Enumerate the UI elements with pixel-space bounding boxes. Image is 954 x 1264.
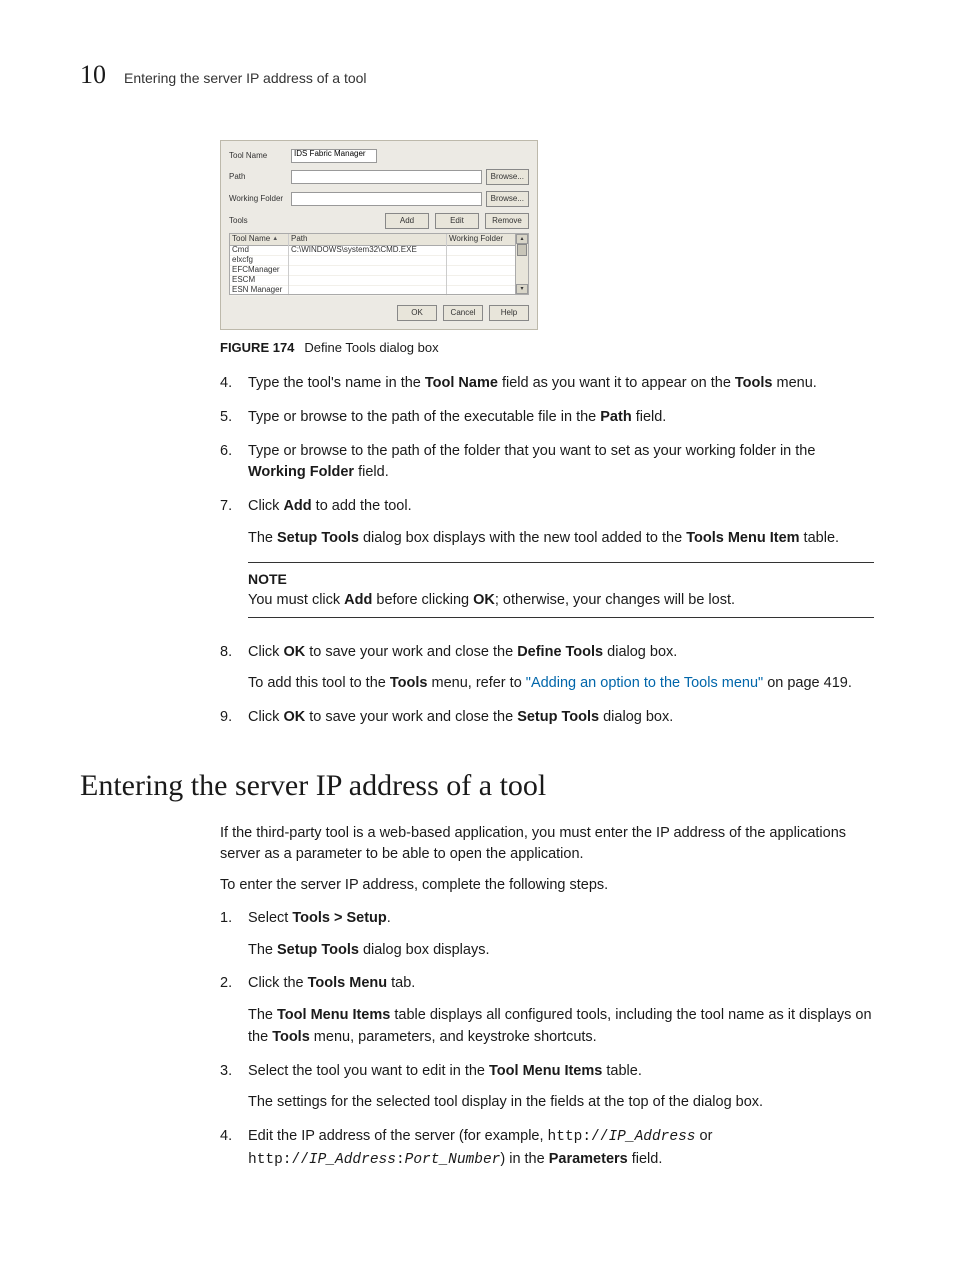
step-number: 2. <box>220 973 248 1048</box>
cross-reference-link[interactable]: "Adding an option to the Tools menu" <box>526 675 763 691</box>
section-heading: Entering the server IP address of a tool <box>80 769 874 803</box>
step-number: 8. <box>220 642 248 696</box>
tool-name-label: Tool Name <box>229 152 287 161</box>
help-button[interactable]: Help <box>489 305 529 321</box>
step-body: Select Tools > Setup. The Setup Tools di… <box>248 908 874 962</box>
note-heading: NOTE <box>248 569 874 590</box>
section-lead: To enter the server IP address, complete… <box>220 875 874 896</box>
running-header: 10 Entering the server IP address of a t… <box>80 60 874 90</box>
step-number: 7. <box>220 496 248 630</box>
note-box: NOTE You must click Add before clicking … <box>248 562 874 618</box>
scrollbar[interactable]: ▴ ▾ <box>515 234 528 294</box>
table-row[interactable] <box>289 286 446 296</box>
browse-path-button[interactable]: Browse... <box>486 169 529 185</box>
section-intro: If the third-party tool is a web-based a… <box>220 823 874 865</box>
define-tools-dialog: Tool Name IDS Fabric Manager Path Browse… <box>220 140 538 330</box>
step-body: Click OK to save your work and close the… <box>248 707 874 729</box>
step-number: 9. <box>220 707 248 729</box>
step-number: 5. <box>220 407 248 429</box>
remove-button[interactable]: Remove <box>485 213 529 229</box>
table-row[interactable] <box>289 266 446 276</box>
col-header-tool-name[interactable]: Tool Name▲ <box>230 234 288 246</box>
path-label: Path <box>229 173 287 182</box>
tools-table: Tool Name▲ Cmd elxcfg EFCManager ESCM ES… <box>229 233 529 295</box>
scroll-thumb[interactable] <box>517 244 527 256</box>
col-header-path[interactable]: Path <box>289 234 446 246</box>
tool-name-input[interactable]: IDS Fabric Manager <box>291 149 377 163</box>
chapter-number: 10 <box>80 60 106 90</box>
step-body: Type or browse to the path of the folder… <box>248 441 874 485</box>
col-header-working-folder[interactable]: Working Folder <box>447 234 515 246</box>
sort-asc-icon: ▲ <box>272 236 278 243</box>
step-number: 4. <box>220 1126 248 1172</box>
step-body: Select the tool you want to edit in the … <box>248 1061 874 1115</box>
cancel-button[interactable]: Cancel <box>443 305 483 321</box>
step-body: Edit the IP address of the server (for e… <box>248 1126 874 1172</box>
edit-button[interactable]: Edit <box>435 213 479 229</box>
table-row[interactable]: elxcfg <box>230 256 288 266</box>
figure-number: FIGURE 174 <box>220 340 294 355</box>
table-row[interactable]: EFCManager <box>230 266 288 276</box>
step-body: Click the Tools Menu tab. The Tool Menu … <box>248 973 874 1048</box>
working-folder-label: Working Folder <box>229 195 287 204</box>
scroll-down-icon[interactable]: ▾ <box>516 284 528 294</box>
step-number: 1. <box>220 908 248 962</box>
step-body: Type the tool's name in the Tool Name fi… <box>248 373 874 395</box>
step-number: 4. <box>220 373 248 395</box>
table-row[interactable]: Cmd <box>230 246 288 256</box>
tools-section-label: Tools <box>229 217 287 226</box>
step-body: Click Add to add the tool. The Setup Too… <box>248 496 874 630</box>
table-row[interactable]: ESCM <box>230 276 288 286</box>
running-head-title: Entering the server IP address of a tool <box>124 70 367 86</box>
figure-caption: FIGURE 174 Define Tools dialog box <box>220 340 874 355</box>
add-button[interactable]: Add <box>385 213 429 229</box>
table-row[interactable] <box>289 276 446 286</box>
step-body: Type or browse to the path of the execut… <box>248 407 874 429</box>
ok-button[interactable]: OK <box>397 305 437 321</box>
note-body: You must click Add before clicking OK; o… <box>248 590 874 611</box>
path-input[interactable] <box>291 170 482 184</box>
table-row[interactable]: ESN Manager <box>230 286 288 296</box>
browse-folder-button[interactable]: Browse... <box>486 191 529 207</box>
working-folder-input[interactable] <box>291 192 482 206</box>
table-row[interactable] <box>289 256 446 266</box>
scroll-up-icon[interactable]: ▴ <box>516 234 528 244</box>
table-row[interactable]: C:\WINDOWS\system32\CMD.EXE <box>289 246 446 256</box>
step-number: 6. <box>220 441 248 485</box>
step-number: 3. <box>220 1061 248 1115</box>
figure-title: Define Tools dialog box <box>304 340 438 355</box>
step-body: Click OK to save your work and close the… <box>248 642 874 696</box>
